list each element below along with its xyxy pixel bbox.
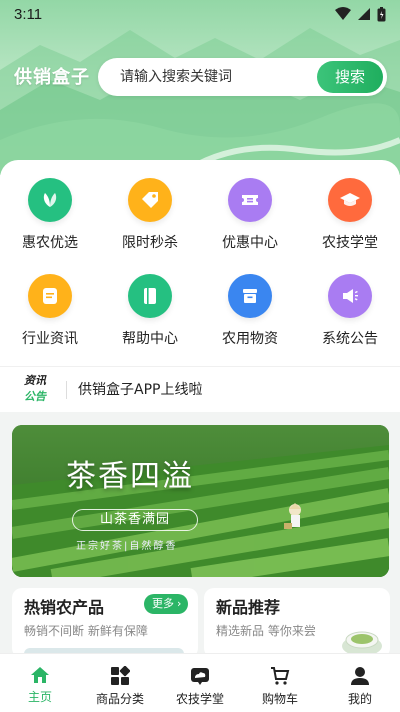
category-item-agri-supplies[interactable]: 农用物资 [200, 274, 300, 348]
banner-title: 茶香四溢 [66, 459, 194, 494]
notice-divider [66, 381, 67, 399]
app-brand: 供销盒子 [14, 67, 90, 88]
category-label: 农技学堂 [322, 235, 378, 251]
tab-profile[interactable]: 我的 [320, 654, 400, 712]
tab-agri-school[interactable]: 农技学堂 [160, 654, 240, 712]
new-products-subtitle: 精选新品 等你来尝 [216, 624, 316, 638]
tab-label: 我的 [347, 692, 372, 706]
notice-tag-bottom: 公告 [24, 390, 46, 403]
category-label: 优惠中心 [222, 235, 278, 251]
search-input[interactable]: 请输入搜索关键词 [120, 58, 232, 96]
new-products-title: 新品推荐 [216, 598, 281, 617]
cart-icon [271, 667, 290, 685]
cloud-chat-icon [191, 668, 209, 685]
wifi-icon [335, 7, 351, 20]
home-icon [31, 667, 49, 683]
category-label: 农用物资 [222, 331, 278, 347]
category-item-flash-sale[interactable]: 限时秒杀 [100, 178, 200, 252]
box-icon [228, 274, 272, 318]
promo-banner[interactable]: 茶香四溢 山茶香满园 正宗好茶|自然醇香 [12, 425, 389, 577]
new-products-card[interactable]: 新品推荐 精选新品 等你来尝 [204, 588, 390, 658]
category-label: 惠农优选 [22, 235, 78, 251]
search-box[interactable]: 请输入搜索关键词 搜索 [98, 58, 387, 96]
news-notice-bar[interactable]: 资讯 公告 供销盒子APP上线啦 [0, 366, 400, 412]
category-card: 惠农优选 限时秒杀 优惠中心 农技学堂 行业资讯 帮助中心 农用物资 系统公告 [0, 160, 400, 370]
tab-categories[interactable]: 商品分类 [80, 654, 160, 712]
hot-products-subtitle: 畅销不间断 新鲜有保障 [24, 624, 148, 638]
book-icon [128, 274, 172, 318]
tea-cup-image [342, 631, 382, 656]
bottom-tab-bar: 主页 商品分类 农技学堂 购物车 我的 [0, 653, 400, 712]
category-item-industry-news[interactable]: 行业资讯 [0, 274, 100, 348]
megaphone-icon [328, 274, 372, 318]
banner-subtitle: 山茶香满园 [72, 509, 198, 531]
category-label: 限时秒杀 [122, 235, 178, 251]
category-item-announcements[interactable]: 系统公告 [300, 274, 400, 348]
category-item-agri-school[interactable]: 农技学堂 [300, 178, 400, 252]
status-bar: 3:11 [0, 0, 400, 28]
category-item-huinong[interactable]: 惠农优选 [0, 178, 100, 252]
category-item-help-center[interactable]: 帮助中心 [100, 274, 200, 348]
category-label: 帮助中心 [122, 331, 178, 347]
more-label: 更多 [152, 597, 174, 610]
more-button[interactable]: 更多 › [144, 594, 188, 614]
notice-tag-top: 资讯 [24, 374, 46, 387]
graduation-cap-icon [328, 178, 372, 222]
tag-icon [128, 178, 172, 222]
notice-tag: 资讯 公告 [24, 373, 58, 405]
search-button[interactable]: 搜索 [317, 61, 383, 93]
hot-products-title: 热销农产品 [24, 598, 105, 617]
tab-label: 商品分类 [95, 692, 144, 706]
category-item-coupons[interactable]: 优惠中心 [200, 178, 300, 252]
banner-tagline: 正宗好茶|自然醇香 [76, 541, 178, 552]
tab-label: 农技学堂 [175, 692, 224, 706]
status-icons [335, 6, 386, 22]
tab-label: 购物车 [261, 692, 298, 706]
tab-label: 主页 [27, 690, 52, 704]
ticket-icon [228, 178, 272, 222]
status-time: 3:11 [14, 5, 43, 23]
document-icon [28, 274, 72, 318]
tab-home[interactable]: 主页 [0, 654, 80, 712]
cellular-signal-icon [358, 8, 370, 20]
category-label: 行业资讯 [22, 331, 78, 347]
hot-products-card[interactable]: 热销农产品 更多 › 畅销不间断 新鲜有保障 [12, 588, 198, 658]
grid-icon [111, 666, 130, 685]
tab-cart[interactable]: 购物车 [240, 654, 320, 712]
chevron-right-icon: › [177, 597, 182, 610]
tea-field-illustration [12, 425, 389, 577]
battery-icon [377, 6, 386, 21]
header-bar: 供销盒子 请输入搜索关键词 搜索 [0, 58, 400, 98]
user-icon [351, 667, 369, 685]
category-grid: 惠农优选 限时秒杀 优惠中心 农技学堂 行业资讯 帮助中心 农用物资 系统公告 [0, 178, 400, 348]
leaf-icon [28, 178, 72, 222]
category-label: 系统公告 [322, 331, 378, 347]
notice-text[interactable]: 供销盒子APP上线啦 [78, 367, 202, 413]
